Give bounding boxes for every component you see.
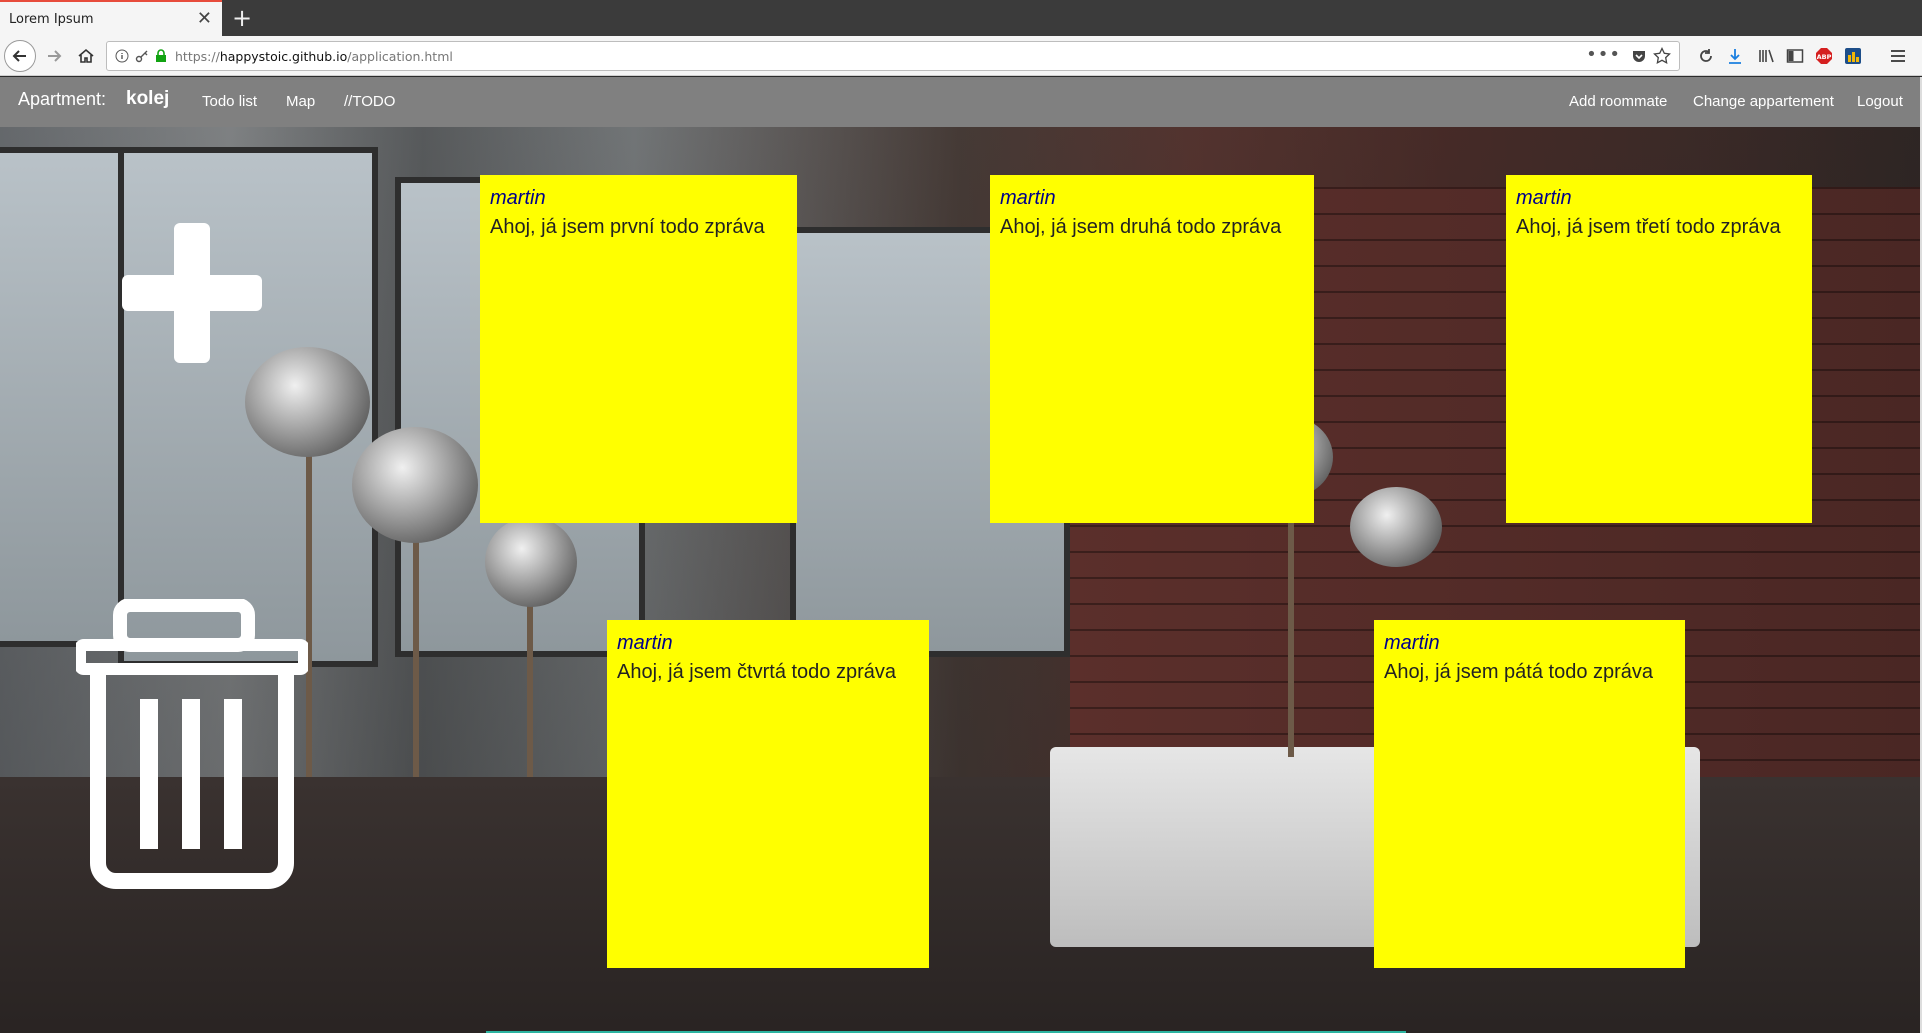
plus-icon[interactable] [122,223,262,363]
forward-icon [48,50,62,62]
plus-icon: + [231,4,253,32]
key-icon[interactable] [135,49,149,63]
extension-button[interactable] [1841,44,1865,68]
library-button[interactable] [1754,44,1778,68]
adblock-button[interactable]: ABP [1812,44,1836,68]
menu-button[interactable] [1886,44,1910,68]
nav-todo[interactable]: //TODO [344,93,395,110]
lamp-pole [527,577,533,777]
apartment-label: Apartment: [18,89,107,109]
reload-button[interactable] [1694,44,1718,68]
download-button[interactable] [1723,44,1747,68]
forward-button[interactable] [38,40,70,72]
note-author: martin [490,187,546,209]
url-bar[interactable]: https://happystoic.github.io/application… [106,41,1680,71]
lamp-ball [485,517,577,607]
note-text: Ahoj, já jsem druhá todo zpráva [1000,216,1282,238]
svg-text:ABP: ABP [1817,53,1832,61]
browser-tab-bar: Lorem Ipsum ✕ + [0,0,1922,36]
back-icon [12,50,26,62]
info-icon[interactable] [115,49,129,63]
todo-note[interactable]: martin Ahoj, já jsem třetí todo zpráva [1506,175,1812,523]
download-icon [1729,49,1741,64]
star-icon[interactable] [1653,47,1671,65]
back-button[interactable] [4,40,36,72]
more-icon[interactable]: ••• [1586,45,1621,65]
reload-icon [1700,49,1712,62]
extension-icon [1845,48,1861,64]
note-text: Ahoj, já jsem třetí todo zpráva [1516,216,1781,238]
nav-map[interactable]: Map [286,93,315,110]
todo-note[interactable]: martin Ahoj, já jsem druhá todo zpráva [990,175,1314,523]
browser-tab[interactable]: Lorem Ipsum ✕ [0,0,222,36]
menu-icon [1891,50,1905,62]
note-author: martin [617,632,673,654]
adblock-icon: ABP [1816,48,1832,64]
library-icon [1759,49,1774,63]
note-text: Ahoj, já jsem čtvrtá todo zpráva [617,661,897,683]
home-button[interactable] [70,40,102,72]
todo-note[interactable]: martin Ahoj, já jsem pátá todo zpráva [1374,620,1685,968]
page-content: Apartment: kolej Todo list Map //TODO Ad… [0,77,1922,1033]
nav-todo-list[interactable]: Todo list [202,93,257,110]
lamp-pole [413,507,419,777]
close-icon[interactable]: ✕ [197,10,212,28]
note-text: Ahoj, já jsem pátá todo zpráva [1384,661,1654,683]
tab-title: Lorem Ipsum [9,11,94,27]
pocket-icon[interactable] [1631,48,1647,64]
nav-add-roommate[interactable]: Add roommate [1569,93,1667,110]
sidebar-button[interactable] [1783,44,1807,68]
lamp-ball [1350,487,1442,567]
window-pane [0,147,124,647]
new-tab-button[interactable]: + [229,5,255,31]
trash-icon[interactable] [76,599,308,889]
todo-note[interactable]: martin Ahoj, já jsem první todo zpráva [480,175,797,523]
note-author: martin [1516,187,1572,209]
todo-note[interactable]: martin Ahoj, já jsem čtvrtá todo zpráva [607,620,929,968]
home-icon [78,48,94,63]
note-text: Ahoj, já jsem první todo zpráva [490,216,765,238]
lock-icon [156,49,166,62]
app-navbar: Apartment: kolej Todo list Map //TODO Ad… [0,77,1922,127]
browser-toolbar: https://happystoic.github.io/application… [0,36,1922,76]
sidebar-icon [1786,49,1804,63]
nav-change-apartment[interactable]: Change appartement [1693,93,1834,110]
apartment-name[interactable]: kolej [126,88,169,110]
lamp-ball [245,347,370,457]
nav-logout[interactable]: Logout [1857,93,1903,110]
note-author: martin [1384,632,1440,654]
note-author: martin [1000,187,1056,209]
url-text: https://happystoic.github.io/application… [175,48,453,64]
lamp-ball [352,427,478,543]
